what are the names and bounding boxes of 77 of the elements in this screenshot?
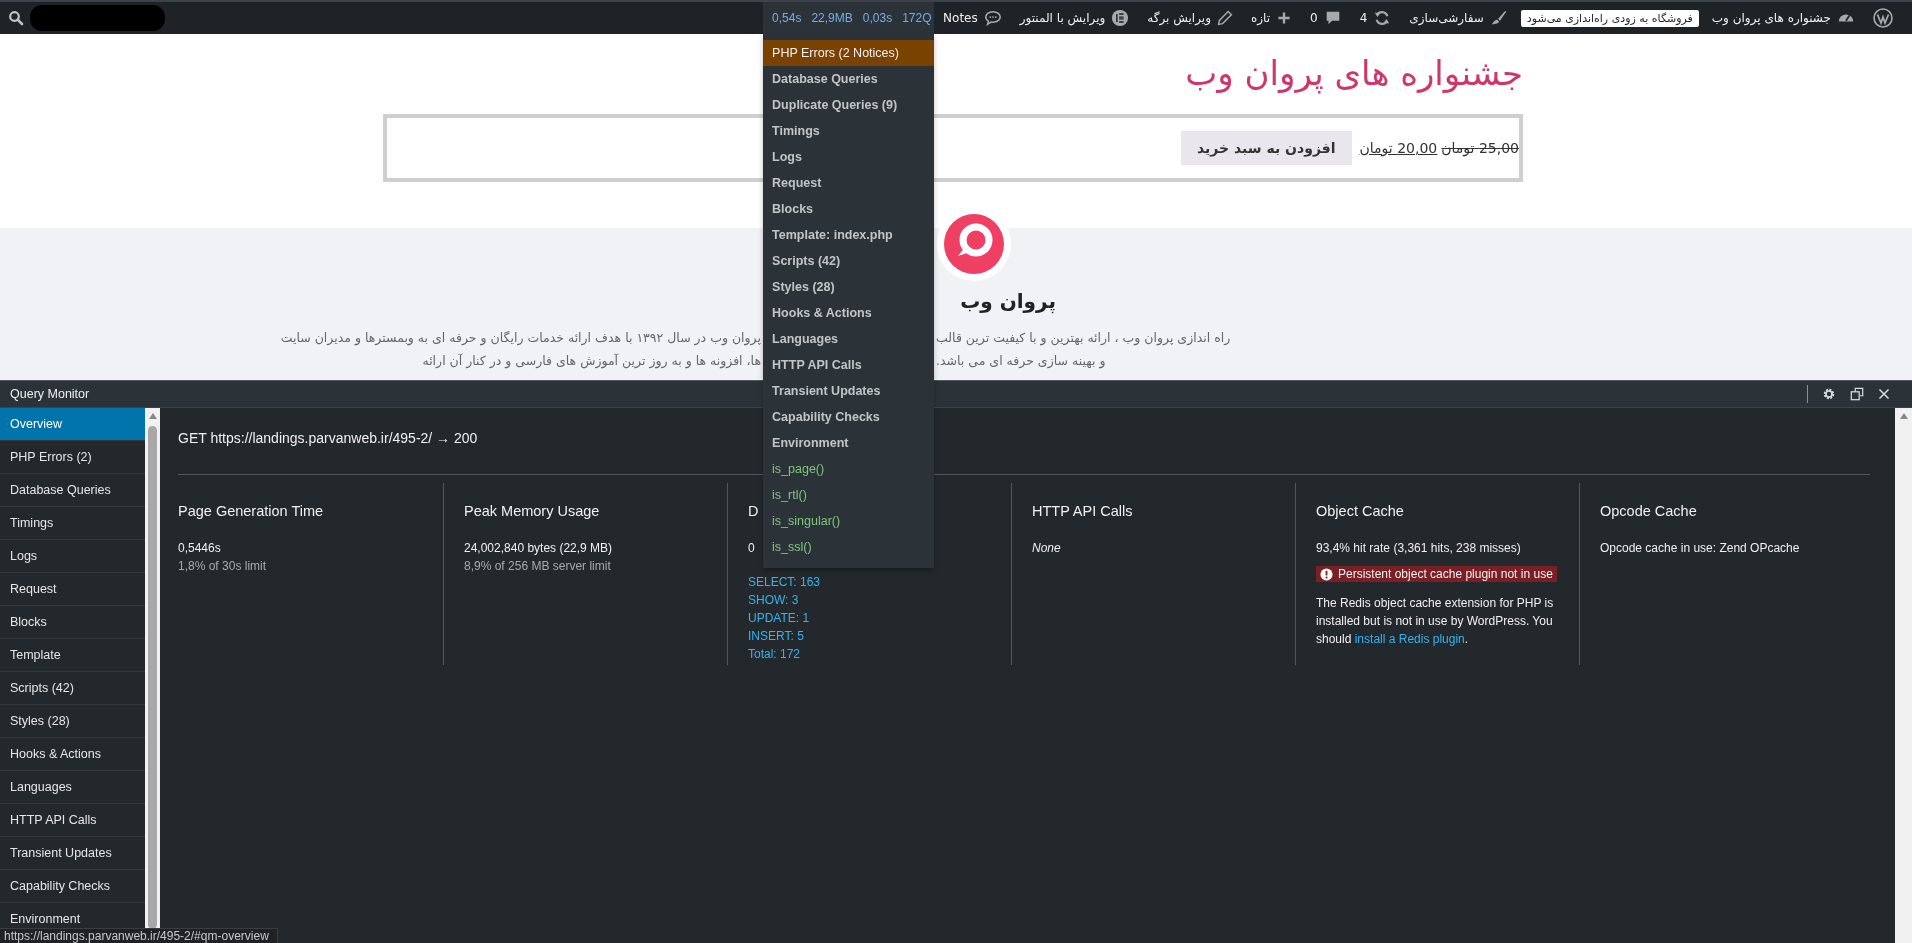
toolbar-item[interactable]: تازه [1241, 2, 1301, 34]
section-heading: Page Generation Time [178, 503, 324, 519]
add-to-cart-button[interactable]: افزودن به سبد خرید [1180, 131, 1352, 165]
section-heading: HTTP API Calls [1032, 503, 1133, 519]
menu-item[interactable]: Request [763, 170, 935, 196]
menu-item[interactable]: Transient Updates [763, 378, 935, 404]
menu-item[interactable]: Capability Checks [763, 404, 935, 430]
toolbar-item[interactable]: 0 [1301, 2, 1351, 34]
query-type-link[interactable]: UPDATE: 1 [748, 609, 810, 627]
toolbar-item[interactable]: جشنواره های پروان وب [1702, 2, 1864, 34]
query-type-link[interactable]: SHOW: 3 [748, 591, 799, 609]
stat-value: None [1032, 540, 1061, 557]
about-text: راه اندازی پروان وب ، ارائه بهترین و با کیفیت ترین قالب [936, 329, 1231, 348]
menu-item[interactable]: Languages [763, 326, 935, 352]
scroll-up-icon[interactable] [147, 412, 158, 420]
menu-item[interactable]: Hooks & Actions [763, 300, 935, 326]
request-line: GET https://landings.parvanweb.ir/495-2/ → 200 [178, 430, 478, 448]
stat-value: 0,5446s [178, 540, 221, 557]
panel-nav-item[interactable]: Overview [0, 408, 145, 441]
about-text: ها، افزونه ها و به روز ترین آموزش های فارسی و در کنار آن ارائه [422, 352, 761, 371]
menu-item[interactable]: is_page() [763, 456, 935, 482]
link-preview-tooltip: https://landings.parvanweb.ir/495-2/#qm-overview [0, 928, 278, 943]
menu-item[interactable]: Template: index.php [763, 222, 935, 248]
section-heading: Object Cache [1316, 503, 1404, 519]
toolbar-item[interactable]: ویرایش با المنتور [1010, 2, 1139, 34]
search-icon[interactable] [8, 10, 24, 26]
warning-text: Persistent object cache plugin not in use [1338, 567, 1553, 581]
menu-item[interactable]: Styles (28) [763, 274, 935, 300]
popout-icon[interactable] [1850, 387, 1864, 401]
scrollbar-thumb[interactable] [148, 426, 157, 929]
speech-bubble-icon [983, 9, 1002, 27]
store-notice-badge: فروشگاه به زودی راه‌اندازی می‌شود [1520, 9, 1699, 27]
old-price: 25,00 تومان [1441, 140, 1519, 156]
about-text: و بهینه سازی حرفه ای می باشد. [936, 352, 1106, 371]
query-type-link[interactable]: SELECT: 163 [748, 573, 821, 591]
menu-item[interactable]: is_rtl() [763, 482, 935, 508]
close-icon[interactable] [1878, 388, 1890, 400]
query-type-link[interactable]: INSERT: 5 [748, 627, 804, 645]
stat-value: 93,4% hit rate (3,361 hits, 238 misses) [1316, 540, 1521, 557]
settings-icon[interactable] [1822, 387, 1836, 401]
toolbar-item[interactable]: ویرایش برگه [1138, 2, 1242, 34]
install-plugin-link[interactable]: install a Redis plugin [1354, 631, 1465, 646]
toolbar-item[interactable]: سفارشی‌سازی [1400, 2, 1517, 34]
stat-value: 0 [748, 540, 755, 557]
toolbar-item[interactable]: Notes [934, 2, 1011, 34]
menu-item[interactable]: Logs [763, 144, 935, 170]
cache-explanation: The Redis object cache extension for PHP is installed but is not in use by WordPress. You should install a Redis plugin. [1316, 594, 1555, 648]
menu-item[interactable]: Scripts (42) [763, 248, 935, 274]
plus-icon [1276, 10, 1292, 26]
stat-note: 1,8% of 30s limit [178, 558, 267, 575]
site-title: جشنواره های پروان وب [1185, 52, 1523, 96]
about-text: پروان وب در سال ۱۳۹۲ با هدف ارائه خدمات رایگان و حرفه ای به وبمسترها و مدیران سایت [280, 329, 761, 348]
stat-value: Opcode cache in use: Zend OPcache [1600, 540, 1800, 557]
brand-name: پروان وب [960, 288, 1056, 316]
menu-item[interactable]: is_singular() [763, 508, 935, 534]
scroll-up-icon[interactable] [1898, 412, 1909, 420]
menu-item[interactable]: Environment [763, 430, 935, 456]
pencil-icon [1216, 10, 1233, 26]
panel-title: Query Monitor [10, 387, 90, 401]
refresh-icon [1373, 9, 1392, 27]
menu-item[interactable]: Duplicate Queries (9) [763, 92, 935, 118]
query-monitor-menu[interactable]: 0,54s 22,9MB 0,03s 172Q [763, 2, 935, 34]
stat-value: 24,002,840 bytes (22,9 MB) [464, 540, 613, 557]
toolbar-item[interactable]: 4 [1350, 2, 1401, 34]
sale-price: 20,00 تومان [1359, 140, 1438, 156]
menu-item[interactable]: Blocks [763, 196, 935, 222]
menu-item[interactable]: HTTP API Calls [763, 352, 935, 378]
section-heading: D [748, 503, 759, 519]
elementor-icon [1111, 9, 1130, 27]
section-heading: Opcode Cache [1600, 503, 1697, 519]
menu-item[interactable]: is_ssl() [763, 534, 935, 560]
query-type-link[interactable]: Total: 172 [748, 645, 801, 663]
brush-icon [1489, 9, 1508, 27]
stat-note: 8,9% of 256 MB server limit [464, 558, 611, 575]
menu-item[interactable]: Timings [763, 118, 935, 144]
section-heading: Peak Memory Usage [464, 503, 600, 519]
menu-item[interactable]: Database Queries [763, 66, 935, 92]
